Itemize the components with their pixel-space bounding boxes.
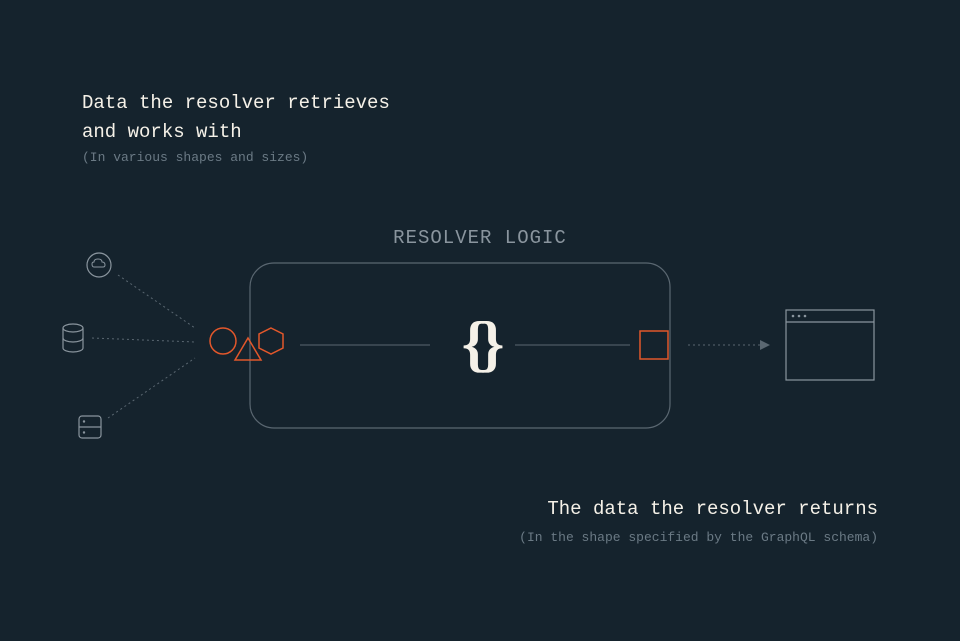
dotted-line-cloud <box>118 275 195 328</box>
orange-circle-icon <box>210 328 236 354</box>
dotted-line-db <box>92 338 195 342</box>
braces-icon: {} <box>462 310 499 381</box>
server-icon <box>79 416 101 438</box>
browser-window-icon <box>786 310 874 380</box>
orange-hexagon-icon <box>259 328 283 354</box>
cloud-icon <box>87 253 111 277</box>
orange-square-icon <box>640 331 668 359</box>
orange-triangle-icon <box>235 338 261 360</box>
database-icon <box>63 324 83 352</box>
dotted-line-server <box>108 358 195 418</box>
arrow-head-icon <box>760 340 770 350</box>
